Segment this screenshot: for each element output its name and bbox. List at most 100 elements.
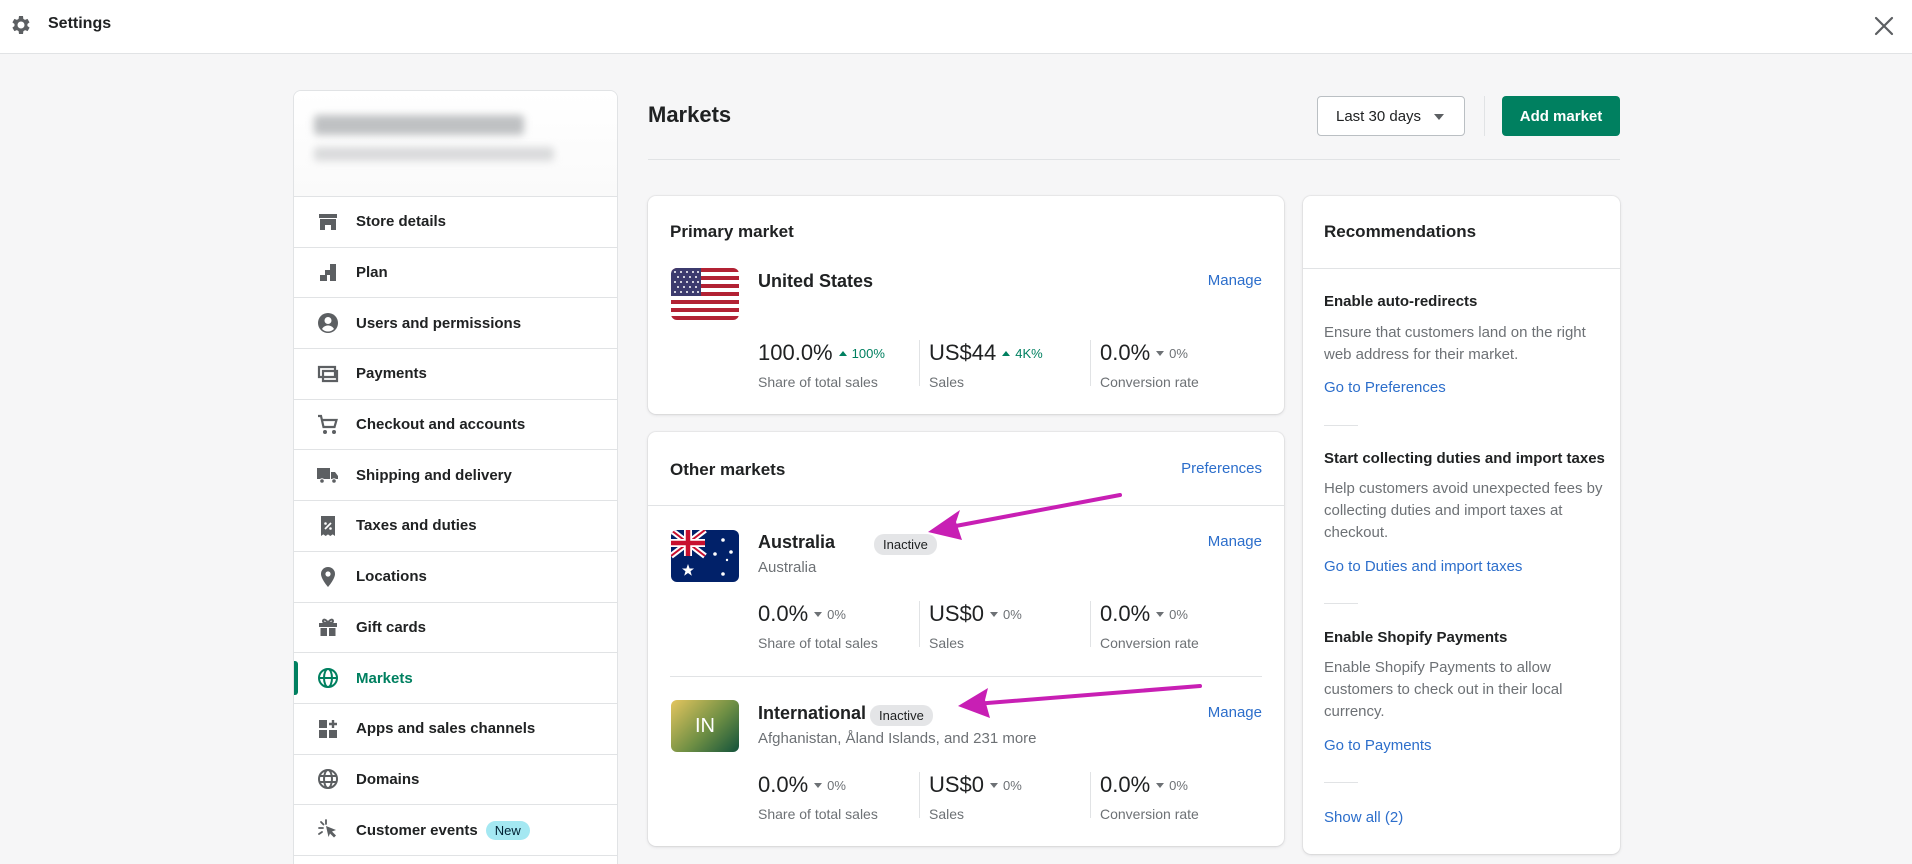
metric-divider: [1090, 601, 1091, 647]
international-flag-icon: IN: [671, 700, 739, 752]
sidebar-item-label: Shipping and delivery: [356, 466, 512, 484]
sidebar-item-label: Apps and sales channels: [356, 720, 536, 738]
show-all-link[interactable]: Show all (2): [1324, 809, 1403, 826]
payments-icon: [317, 365, 339, 383]
metric-value: US$44: [929, 340, 997, 365]
sidebar-item-label: Domains: [356, 770, 420, 788]
settings-title: Settings: [48, 15, 112, 32]
metric-value: 0.0%: [758, 772, 809, 797]
market-regions: Afghanistan, Åland Islands, and 231 more: [758, 730, 1037, 747]
sidebar-item-label: Gift cards: [356, 618, 427, 636]
flag-text: IN: [695, 714, 715, 737]
sidebar-item-shipping[interactable]: Shipping and delivery: [294, 450, 617, 502]
metric-divider: [919, 340, 920, 386]
rec-body: Ensure that customers land on the right …: [1324, 324, 1586, 363]
cart-icon: [318, 414, 338, 434]
metric-change: 0%: [1003, 777, 1022, 793]
metric-share: 0.0% 0% Share of total sales: [758, 772, 928, 822]
sidebar-item-taxes[interactable]: Taxes and duties: [294, 501, 617, 552]
metric-divider: [1090, 340, 1091, 386]
metric-change: 0%: [1169, 345, 1188, 361]
other-markets-title: Other markets: [670, 460, 786, 479]
header-rule: [648, 159, 1620, 160]
rec-divider: [1324, 425, 1358, 426]
go-to-preferences-link[interactable]: Go to Preferences: [1324, 379, 1446, 396]
location-icon: [321, 566, 335, 587]
rec-heading: Enable Shopify Payments: [1324, 629, 1508, 646]
metric-label: Share of total sales: [758, 806, 878, 822]
metric-label: Conversion rate: [1100, 374, 1199, 390]
metric-share: 100.0% 100% Share of total sales: [758, 340, 928, 390]
card-divider: [1303, 268, 1620, 269]
metric-sales: US$0 0% Sales: [929, 601, 1099, 651]
go-to-payments-link[interactable]: Go to Payments: [1324, 737, 1432, 754]
metric-label: Share of total sales: [758, 374, 878, 390]
arrow-down-icon: [1156, 350, 1165, 356]
gift-icon: [319, 619, 337, 637]
arrow-down-icon: [1156, 782, 1165, 788]
metric-value: 0.0%: [1100, 340, 1151, 365]
date-range-select[interactable]: Last 30 days: [1317, 96, 1465, 136]
sidebar-item-payments[interactable]: Payments: [294, 349, 617, 400]
manage-international-link[interactable]: Manage: [1208, 704, 1262, 721]
sidebar-item-label: Taxes and duties: [356, 517, 477, 535]
rec-body: Enable Shopify Payments to allow custome…: [1324, 659, 1563, 720]
metric-conversion: 0.0% 0% Conversion rate: [1100, 340, 1270, 390]
card-divider: [648, 505, 1284, 506]
manage-primary-link[interactable]: Manage: [1208, 272, 1262, 289]
sidebar-item-label: Plan: [356, 264, 388, 282]
preferences-link[interactable]: Preferences: [1181, 460, 1262, 477]
metric-sales: US$0 0% Sales: [929, 772, 1099, 822]
primary-market-title: Primary market: [670, 222, 794, 241]
sidebar-item-customer-events[interactable]: Customer events New: [294, 805, 617, 856]
metric-label: Sales: [929, 806, 965, 822]
market-name-united-states: United States: [758, 271, 874, 291]
apps-icon: [319, 719, 337, 738]
metric-sales: US$44 4K% Sales: [929, 340, 1099, 390]
caret-down-icon: [1434, 114, 1444, 120]
add-market-button[interactable]: Add market: [1502, 96, 1620, 136]
other-markets-card: Other markets Preferences Australia Inac…: [648, 432, 1284, 846]
header-divider: [1484, 96, 1485, 136]
rec-body: Help customers avoid unexpected fees by …: [1324, 480, 1603, 541]
sidebar-item-store-details[interactable]: Store details: [294, 197, 617, 248]
sidebar-item-checkout[interactable]: Checkout and accounts: [294, 400, 617, 451]
store-header: [294, 91, 617, 197]
arrow-down-icon: [814, 611, 823, 617]
metric-change: 0%: [827, 606, 846, 622]
recommendations-card: Recommendations Enable auto-redirects En…: [1303, 196, 1620, 854]
status-badge: Inactive: [870, 705, 933, 726]
arrow-down-icon: [990, 782, 999, 788]
sidebar-item-plan[interactable]: Plan: [294, 248, 617, 299]
rec-divider: [1324, 603, 1358, 604]
sidebar-item-users[interactable]: Users and permissions: [294, 298, 617, 350]
metric-label: Share of total sales: [758, 635, 878, 651]
manage-australia-link[interactable]: Manage: [1208, 533, 1262, 550]
sidebar-item-label: Store details: [356, 213, 447, 231]
metric-share: 0.0% 0% Share of total sales: [758, 601, 928, 651]
recommendations-title: Recommendations: [1324, 222, 1477, 241]
sidebar-item-label: Markets: [356, 669, 413, 687]
metric-divider: [919, 772, 920, 818]
us-flag-icon: [671, 268, 739, 320]
cursor-icon: [318, 819, 336, 838]
store-icon: [319, 213, 337, 230]
arrow-down-icon: [814, 782, 823, 788]
sidebar-item-apps[interactable]: Apps and sales channels: [294, 704, 617, 755]
sidebar-item-label: Locations: [356, 568, 427, 586]
sidebar-item-domains[interactable]: Domains: [294, 755, 617, 806]
gear-icon: [12, 16, 30, 34]
sidebar-item-markets[interactable]: Markets: [294, 653, 617, 704]
market-name-international: International: [758, 703, 867, 723]
sidebar-item-gift-cards[interactable]: Gift cards: [294, 603, 617, 654]
user-icon: [318, 313, 338, 334]
metric-divider: [919, 601, 920, 647]
sidebar-item-locations[interactable]: Locations: [294, 552, 617, 603]
new-badge: New: [485, 820, 530, 840]
close-icon[interactable]: [1870, 12, 1898, 40]
market-regions: Australia: [758, 559, 817, 576]
sidebar-item-label: Users and permissions: [356, 314, 522, 332]
go-to-duties-link[interactable]: Go to Duties and import taxes: [1324, 558, 1522, 575]
settings-topbar: Settings: [0, 0, 1912, 54]
metric-label: Sales: [929, 374, 965, 390]
